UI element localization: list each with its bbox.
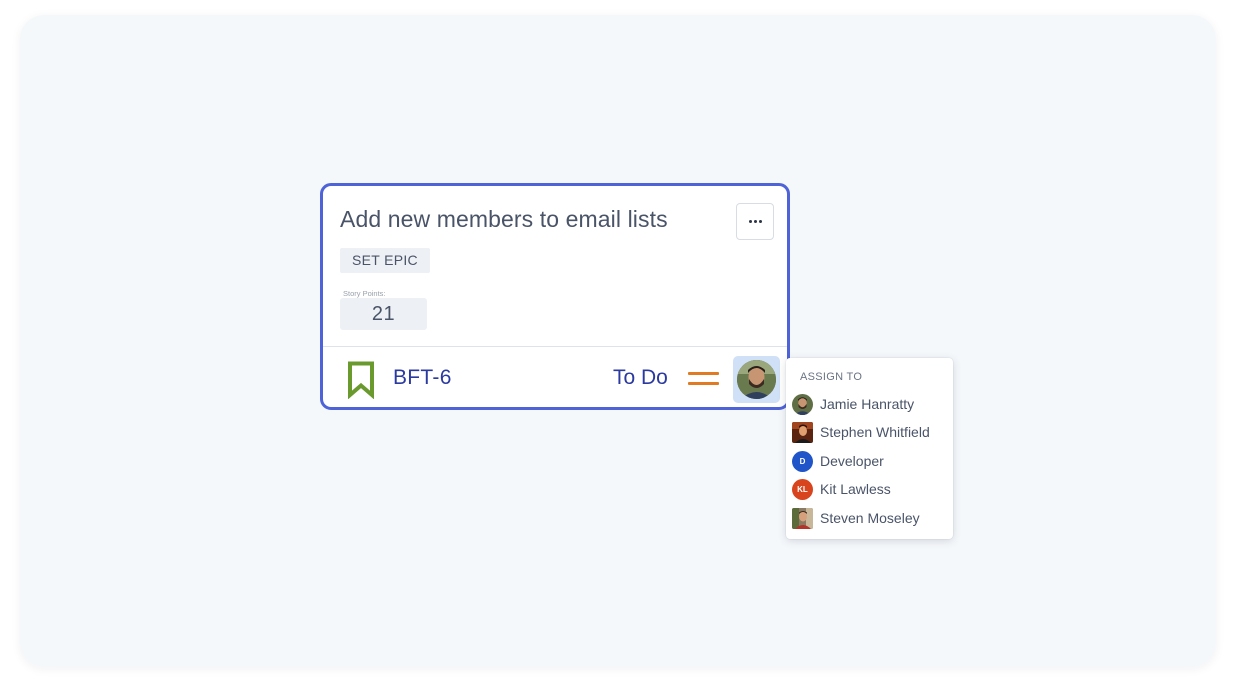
assignee-avatar-button[interactable] — [733, 356, 780, 403]
more-actions-button[interactable] — [736, 203, 774, 240]
assignee-name: Jamie Hanratty — [820, 396, 915, 412]
priority-medium-icon[interactable] — [688, 370, 719, 388]
assignee-option-stephen-whitfield[interactable]: Stephen Whitfield — [792, 419, 947, 445]
bookmark-icon — [348, 361, 374, 399]
assignee-option-jamie-hanratty[interactable]: Jamie Hanratty — [792, 391, 947, 417]
story-points-field[interactable]: 21 — [340, 298, 427, 330]
card-divider — [323, 346, 787, 347]
avatar-initials: D — [799, 456, 806, 466]
ellipsis-icon — [748, 220, 762, 223]
user-avatar — [792, 421, 813, 443]
avatar-initials: KL — [797, 484, 808, 494]
assignee-option-steven-moseley[interactable]: Steven Moseley — [792, 505, 947, 531]
user-avatar — [792, 507, 813, 529]
assignee-option-developer[interactable]: D Developer — [792, 448, 947, 474]
issue-card[interactable]: Add new members to email lists SET EPIC … — [320, 183, 790, 410]
assignee-name: Steven Moseley — [820, 510, 920, 526]
issue-key[interactable]: BFT-6 — [393, 366, 452, 390]
assignee-name: Kit Lawless — [820, 481, 891, 497]
user-avatar: KL — [792, 478, 813, 500]
status-label[interactable]: To Do — [613, 366, 668, 390]
issue-title: Add new members to email lists — [340, 206, 668, 232]
user-avatar — [792, 393, 813, 415]
assignee-name: Developer — [820, 453, 884, 469]
assignee-name: Stephen Whitfield — [820, 424, 930, 440]
assignee-option-kit-lawless[interactable]: KL Kit Lawless — [792, 476, 947, 502]
set-epic-button[interactable]: SET EPIC — [340, 248, 430, 273]
assign-to-dropdown[interactable]: ASSIGN TO Jamie Hanratty Stephen Whitfie… — [786, 358, 953, 539]
story-points-label: Story Points: — [343, 289, 386, 298]
dropdown-header: ASSIGN TO — [800, 371, 863, 383]
user-avatar: D — [792, 450, 813, 472]
user-avatar — [737, 360, 776, 399]
